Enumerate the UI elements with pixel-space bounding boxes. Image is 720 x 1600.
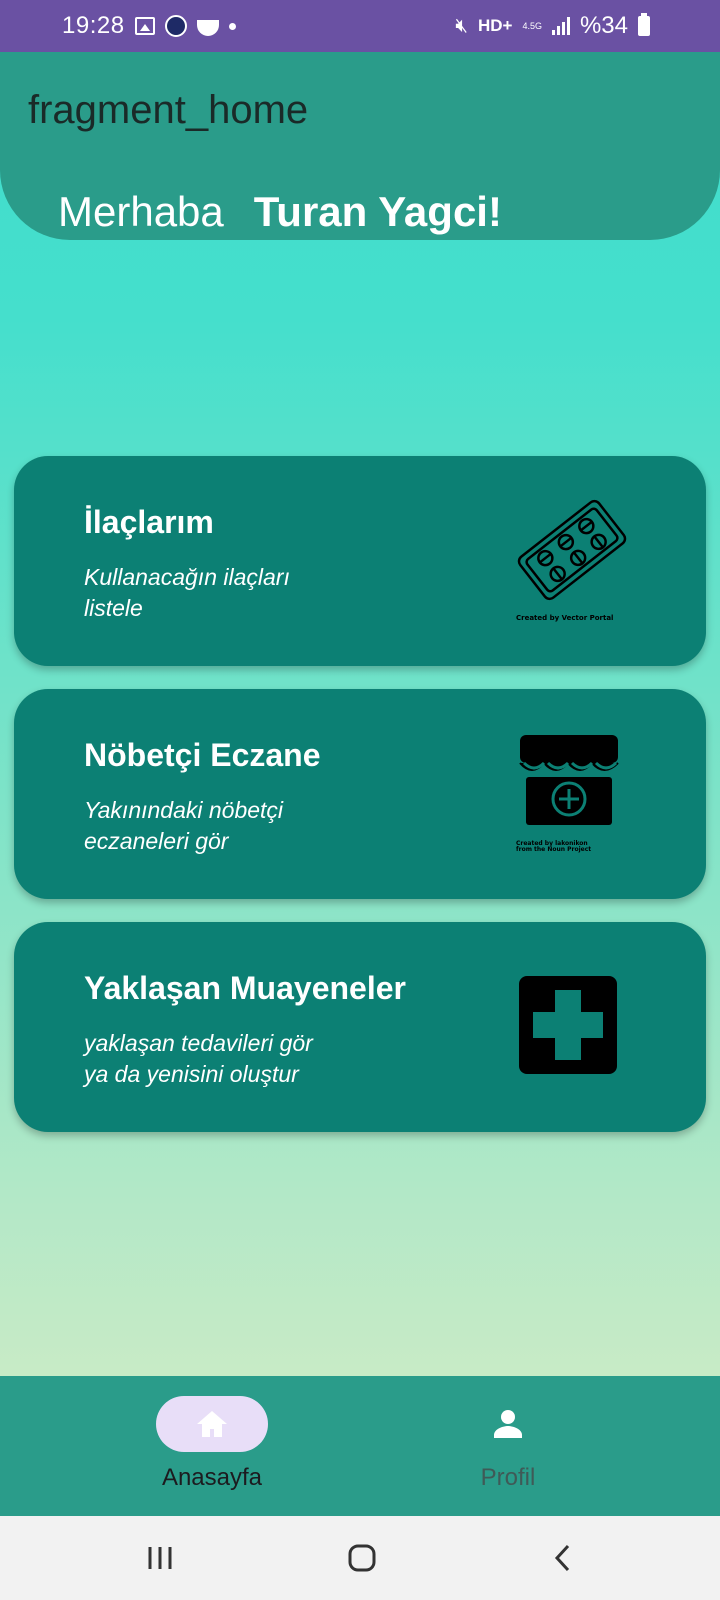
- system-navigation-bar: [0, 1516, 720, 1600]
- pharmacy-card[interactable]: Nöbetçi Eczane Yakınındaki nöbetçi eczan…: [14, 689, 706, 899]
- app-header: fragment_home Merhaba Turan Yagci!: [0, 52, 720, 240]
- bottom-navigation: Anasayfa Profil: [0, 1376, 720, 1516]
- back-icon[interactable]: [543, 1538, 583, 1578]
- card-subtitle: yaklaşan tedavileri gör ya da yenisini o…: [84, 1028, 384, 1090]
- page-title: fragment_home: [28, 88, 309, 132]
- nav-label-home: Anasayfa: [161, 1464, 263, 1491]
- mute-icon: 🔇︎: [455, 14, 468, 37]
- card-title: İlaçlarım: [84, 504, 214, 540]
- nav-item-profile[interactable]: Profil: [438, 1396, 578, 1496]
- status-bar: 19:28 🔇︎ HD+ 4.5G %34: [0, 0, 720, 52]
- pill-blister-icon: [517, 499, 627, 601]
- cooking-app-icon: [196, 20, 219, 36]
- greeting: Merhaba Turan Yagci!: [58, 188, 502, 236]
- battery-percent: %34: [579, 12, 628, 39]
- icon-credit: Created by lakonikon from the Noun Proje…: [516, 841, 591, 853]
- network-label: HD+: [477, 16, 513, 35]
- medical-cross-icon: [519, 976, 617, 1074]
- card-subtitle-line: listele: [84, 595, 143, 621]
- recent-apps-icon[interactable]: [140, 1538, 180, 1578]
- icon-credit: Created by Vector Portal: [516, 614, 614, 622]
- home-system-icon[interactable]: [342, 1538, 382, 1578]
- signal-icon: [551, 17, 570, 35]
- card-subtitle-line: Kullanacağın ilaçları: [84, 564, 290, 590]
- home-icon: [197, 1411, 227, 1437]
- card-subtitle-line: eczaneleri gör: [84, 828, 229, 854]
- user-name: Turan Yagci!: [253, 188, 502, 235]
- network-type: 4.5G: [522, 20, 542, 31]
- app-notification-icon: [164, 15, 187, 37]
- appointments-card[interactable]: Yaklaşan Muayeneler yaklaşan tedavileri …: [14, 922, 706, 1132]
- person-icon: [494, 1410, 522, 1438]
- nav-item-home[interactable]: Anasayfa: [142, 1396, 282, 1496]
- card-title: Yaklaşan Muayeneler: [84, 970, 406, 1006]
- card-subtitle: Kullanacağın ilaçları listele: [84, 562, 384, 624]
- dot-icon: [228, 22, 236, 30]
- nav-pill: [452, 1396, 564, 1452]
- card-subtitle-line: ya da yenisini oluştur: [84, 1061, 299, 1087]
- card-subtitle: Yakınındaki nöbetçi eczaneleri gör: [84, 795, 384, 857]
- gallery-icon: [134, 17, 155, 35]
- card-subtitle-line: Yakınındaki nöbetçi: [84, 797, 284, 823]
- medications-card[interactable]: İlaçlarım Kullanacağın ilaçları listele …: [14, 456, 706, 666]
- battery-icon: [638, 13, 650, 36]
- card-title: Nöbetçi Eczane: [84, 737, 321, 773]
- greeting-text: Merhaba: [58, 188, 224, 235]
- nav-pill: [156, 1396, 268, 1452]
- nav-label-profile: Profil: [480, 1464, 536, 1491]
- icon-credit-line: from the Noun Project: [516, 846, 592, 853]
- card-subtitle-line: yaklaşan tedavileri gör: [84, 1030, 313, 1056]
- status-time: 19:28: [62, 12, 125, 39]
